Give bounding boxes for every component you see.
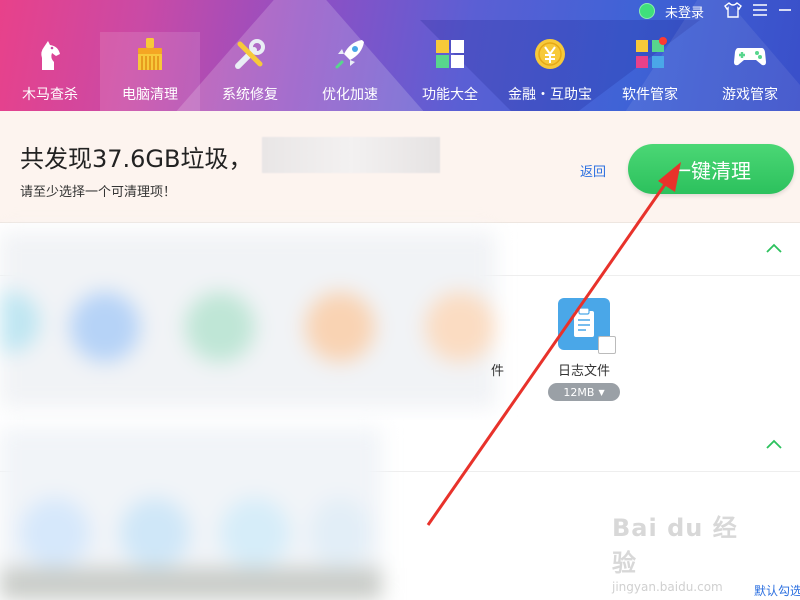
nav-label: 电脑清理 (122, 87, 178, 103)
blurred-region (0, 428, 382, 600)
gamepad-icon (734, 48, 766, 66)
blurred-item (20, 498, 90, 568)
nav-label: 优化加速 (322, 87, 378, 103)
watermark-logo: Bai du 经验 (612, 514, 738, 577)
blurred-item (70, 292, 140, 362)
skin-icon[interactable] (724, 1, 742, 21)
minimize-icon[interactable] (778, 3, 792, 20)
back-link[interactable]: 返回 (580, 161, 606, 180)
nav-item-finance[interactable]: 金融・互助宝 (500, 32, 600, 111)
blurred-item (425, 292, 495, 362)
nav-item-optimize[interactable]: 优化加速 (300, 32, 400, 111)
baidu-watermark: Bai du 经验 jingyan.baidu.com (612, 508, 762, 594)
log-file-item[interactable]: 日志文件 12MB ▼ (546, 298, 622, 404)
nav-label: 系统修复 (222, 87, 278, 103)
blurred-item (305, 292, 375, 362)
chevron-up-icon[interactable] (764, 434, 784, 454)
nav-label: 功能大全 (422, 87, 478, 103)
nav-item-trojan-scan[interactable]: 木马查杀 (0, 32, 100, 111)
nav-item-system-repair[interactable]: 系统修复 (200, 32, 300, 111)
chevron-up-icon[interactable] (764, 238, 784, 258)
log-file-name: 日志文件 (557, 364, 610, 379)
log-file-size-dropdown[interactable]: 12MB ▼ (548, 383, 620, 401)
nav-label: 木马查杀 (22, 87, 78, 103)
scan-result-headline: 共发现37.6GB垃圾， (20, 145, 253, 173)
blurred-item (310, 498, 370, 568)
log-file-checkbox[interactable] (598, 336, 616, 354)
broom-icon (138, 38, 162, 70)
login-status-link[interactable]: 未登录 (665, 2, 704, 21)
scan-summary: 共发现37.6GB垃圾， 请至少选择一个可清理项！ 返回 一键清理 (0, 111, 800, 223)
top-nav-bar: 未登录 木马查杀 电脑清理 系统修复 优化加速 功能大全 金融・互助宝 软件管家… (0, 0, 800, 111)
nav-label: 游戏管家 (722, 87, 778, 103)
blurred-item (220, 498, 290, 568)
menu-icon[interactable] (752, 3, 768, 20)
main-nav: 木马查杀 电脑清理 系统修复 优化加速 功能大全 金融・互助宝 软件管家 游戏管… (0, 32, 800, 111)
one-click-clean-button[interactable]: 一键清理 (628, 144, 794, 194)
caret-down-icon: ▼ (598, 387, 605, 397)
tools-icon (235, 39, 265, 69)
nav-item-game-manager[interactable]: 游戏管家 (700, 32, 800, 111)
blurred-item (185, 292, 255, 362)
blurred-item (120, 498, 190, 568)
selection-hint: 请至少选择一个可清理项！ (20, 185, 177, 200)
nav-item-pc-cleanup[interactable]: 电脑清理 (100, 32, 200, 111)
log-file-size: 12MB (563, 385, 595, 399)
redacted-area (262, 137, 440, 173)
horse-icon (41, 41, 60, 70)
watermark-url: jingyan.baidu.com (612, 580, 723, 594)
blurred-region (0, 232, 496, 408)
log-file-icon (558, 298, 616, 354)
nav-label: 金融・互助宝 (508, 87, 592, 103)
partial-label: 件 (491, 364, 505, 379)
grid-icon (436, 40, 464, 68)
nav-item-software-manager[interactable]: 软件管家 (600, 32, 700, 111)
nav-label: 软件管家 (622, 87, 678, 103)
software-icon (636, 37, 667, 68)
title-status-area: 未登录 (638, 0, 800, 22)
online-status-icon (638, 3, 655, 19)
coin-icon (535, 39, 565, 69)
default-check-link[interactable]: 默认勾选 (754, 582, 800, 599)
blurred-item (0, 568, 382, 600)
rocket-icon (335, 40, 364, 69)
blurred-item (0, 292, 40, 352)
nav-item-features[interactable]: 功能大全 (400, 32, 500, 111)
